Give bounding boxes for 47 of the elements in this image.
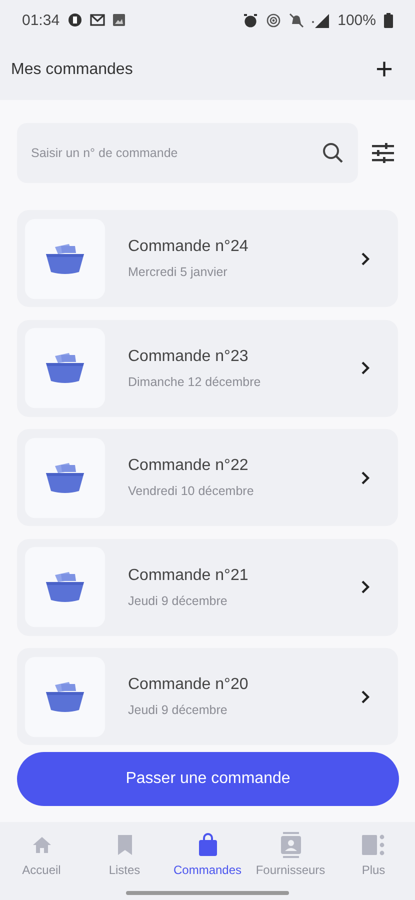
order-card[interactable]: Commande n°24 Mercredi 5 janvier bbox=[17, 210, 398, 307]
order-card[interactable]: Commande n°20 Jeudi 9 décembre bbox=[17, 648, 398, 745]
signal-icon bbox=[312, 12, 330, 28]
basket-icon bbox=[45, 462, 85, 494]
order-card[interactable]: Commande n°21 Jeudi 9 décembre bbox=[17, 538, 398, 636]
clock: 01:34 bbox=[22, 12, 60, 28]
order-date: Jeudi 9 décembre bbox=[128, 703, 228, 717]
nav-tab[interactable]: Commandes bbox=[166, 832, 249, 877]
order-card[interactable]: Commande n°22 Vendredi 10 décembre bbox=[17, 429, 398, 526]
chevron-right-icon bbox=[361, 580, 370, 594]
place-order-button[interactable]: Passer une commande bbox=[17, 752, 399, 806]
order-card[interactable]: Commande n°23 Dimanche 12 décembre bbox=[17, 320, 398, 416]
muted-bell-icon bbox=[288, 12, 304, 28]
order-date: Vendredi 10 décembre bbox=[128, 484, 255, 498]
order-title: Commande n°20 bbox=[128, 676, 250, 694]
order-title: Commande n°23 bbox=[128, 348, 250, 366]
image-icon bbox=[112, 14, 125, 26]
search-icon bbox=[322, 142, 344, 164]
order-date: Jeudi 9 décembre bbox=[128, 594, 228, 608]
app-notification-icon bbox=[68, 13, 82, 27]
home-icon bbox=[32, 835, 52, 855]
contact-card-icon bbox=[280, 832, 302, 858]
mail-icon bbox=[90, 14, 105, 26]
chevron-right-icon bbox=[361, 252, 370, 266]
basket-icon bbox=[45, 352, 85, 384]
chevron-right-icon bbox=[361, 690, 370, 704]
order-title: Commande n°21 bbox=[128, 566, 250, 584]
more-icon bbox=[362, 834, 386, 856]
add-button[interactable]: + bbox=[371, 55, 397, 85]
shopping-bag-icon bbox=[198, 833, 218, 857]
battery-icon bbox=[384, 12, 393, 28]
order-date: Mercredi 5 janvier bbox=[128, 265, 228, 279]
order-date: Dimanche 12 décembre bbox=[128, 374, 262, 388]
search-field[interactable]: Saisir un n° de commande bbox=[29, 145, 322, 161]
filter-icon[interactable] bbox=[372, 143, 394, 163]
page-title: Mes commandes bbox=[11, 61, 133, 79]
chevron-right-icon bbox=[361, 361, 370, 375]
battery-percentage: 100% bbox=[338, 12, 376, 28]
order-title: Commande n°22 bbox=[128, 457, 250, 475]
chevron-right-icon bbox=[361, 470, 370, 484]
basket-icon bbox=[45, 242, 85, 274]
hotspot-icon bbox=[266, 12, 281, 28]
order-title: Commande n°24 bbox=[128, 238, 250, 256]
basket-icon bbox=[45, 680, 85, 712]
bookmark-icon bbox=[116, 834, 132, 856]
alarm-icon bbox=[242, 12, 258, 28]
basket-icon bbox=[45, 571, 85, 603]
